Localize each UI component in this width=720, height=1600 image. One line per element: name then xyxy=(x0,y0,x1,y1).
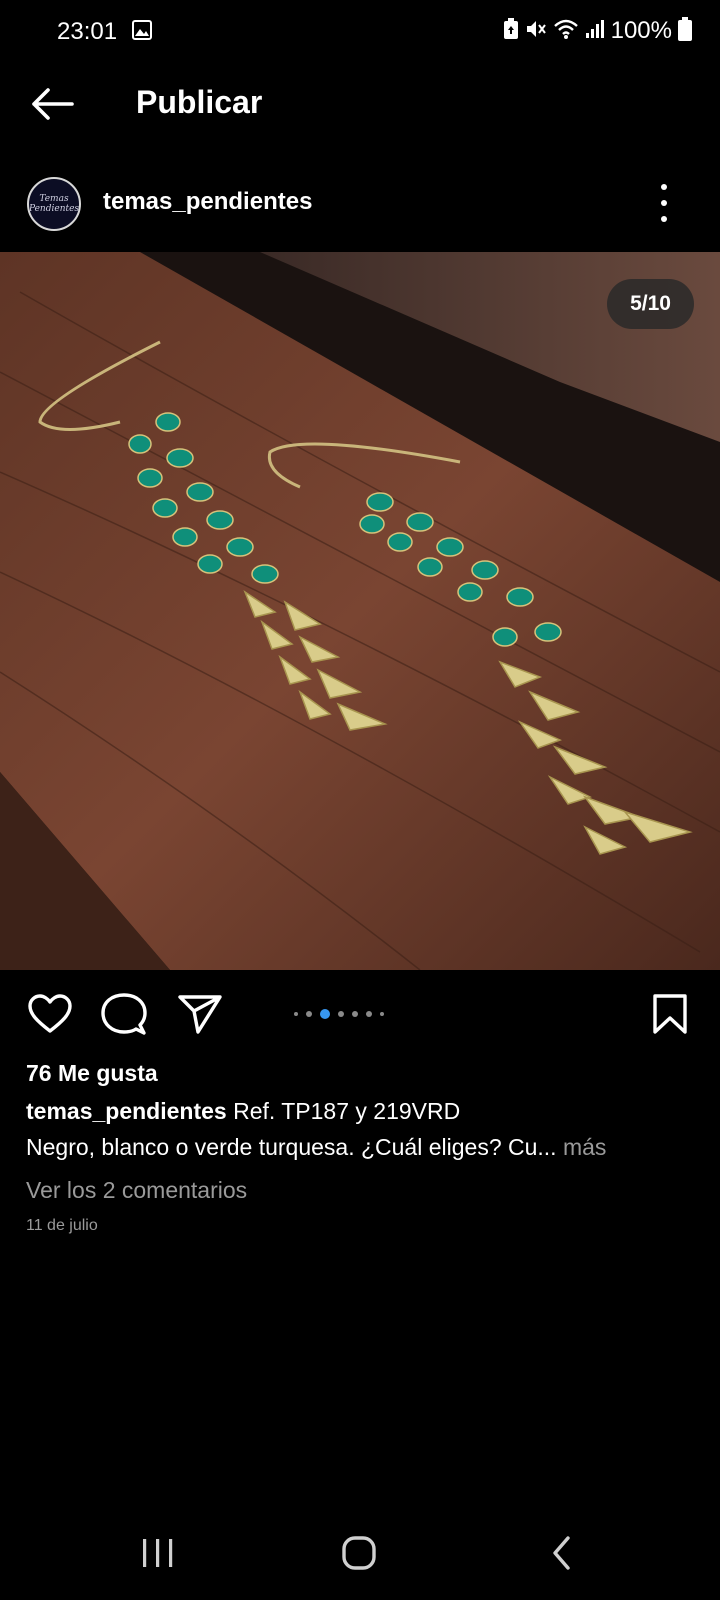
wifi-icon xyxy=(553,18,579,45)
carousel-dot-active xyxy=(320,1009,330,1019)
battery-percent: 100% xyxy=(610,17,672,44)
status-bar: 23:01 100% xyxy=(0,0,720,64)
view-comments-link[interactable]: Ver los 2 comentarios xyxy=(26,1177,247,1204)
gallery-icon xyxy=(132,20,152,45)
image-counter-badge: 5/10 xyxy=(607,279,694,329)
more-options-dot-icon xyxy=(661,200,667,206)
caption-text: Ref. TP187 y 219VRD xyxy=(226,1098,461,1124)
carousel-dot xyxy=(338,1011,344,1017)
carousel-dot xyxy=(306,1011,312,1017)
page-title: Publicar xyxy=(136,84,263,120)
send-icon xyxy=(177,993,223,1040)
recent-apps-icon xyxy=(140,1537,176,1574)
share-button[interactable] xyxy=(175,992,225,1040)
comment-icon xyxy=(101,992,147,1041)
save-button[interactable] xyxy=(645,992,695,1040)
carousel-dot xyxy=(380,1012,384,1016)
caption: temas_pendientes Ref. TP187 y 219VRD xyxy=(26,1098,460,1125)
carousel-dot xyxy=(366,1011,372,1017)
carousel-dot xyxy=(352,1011,358,1017)
caption-username[interactable]: temas_pendientes xyxy=(26,1098,227,1124)
likes-count[interactable]: 76 Me gusta xyxy=(26,1060,158,1087)
post-username[interactable]: temas_pendientes xyxy=(103,188,312,216)
post-date: 11 de julio xyxy=(26,1217,98,1234)
avatar[interactable]: Temas Pendientes xyxy=(27,177,81,231)
bookmark-icon xyxy=(651,993,689,1040)
home-button[interactable] xyxy=(329,1530,389,1580)
comment-button[interactable] xyxy=(99,992,149,1040)
home-icon xyxy=(341,1535,377,1576)
status-indicators: 100% xyxy=(503,16,720,46)
status-time: 23:01 xyxy=(57,18,118,45)
like-button[interactable] xyxy=(25,992,75,1040)
back-button[interactable] xyxy=(26,84,78,128)
chevron-left-icon xyxy=(550,1535,574,1576)
caption-line-2: Negro, blanco o verde turquesa. ¿Cuál el… xyxy=(26,1134,557,1160)
post-image[interactable] xyxy=(0,252,720,970)
avatar-logo-text: Temas Pendientes xyxy=(28,194,80,214)
carousel-indicator xyxy=(294,1008,384,1020)
arrow-left-icon xyxy=(30,87,74,126)
more-options-button[interactable] xyxy=(654,184,674,222)
nav-back-button[interactable] xyxy=(532,1530,592,1580)
battery-saver-icon xyxy=(503,17,519,45)
mute-icon xyxy=(525,18,547,45)
recent-apps-button[interactable] xyxy=(128,1530,188,1580)
carousel-dot xyxy=(294,1012,298,1016)
heart-icon xyxy=(27,993,73,1040)
more-link[interactable]: más xyxy=(557,1134,606,1160)
more-options-dot-icon xyxy=(661,216,667,222)
signal-icon xyxy=(585,18,605,45)
battery-icon xyxy=(678,16,692,46)
more-options-dot-icon xyxy=(661,184,667,190)
caption-continued: Negro, blanco o verde turquesa. ¿Cuál el… xyxy=(26,1134,606,1161)
